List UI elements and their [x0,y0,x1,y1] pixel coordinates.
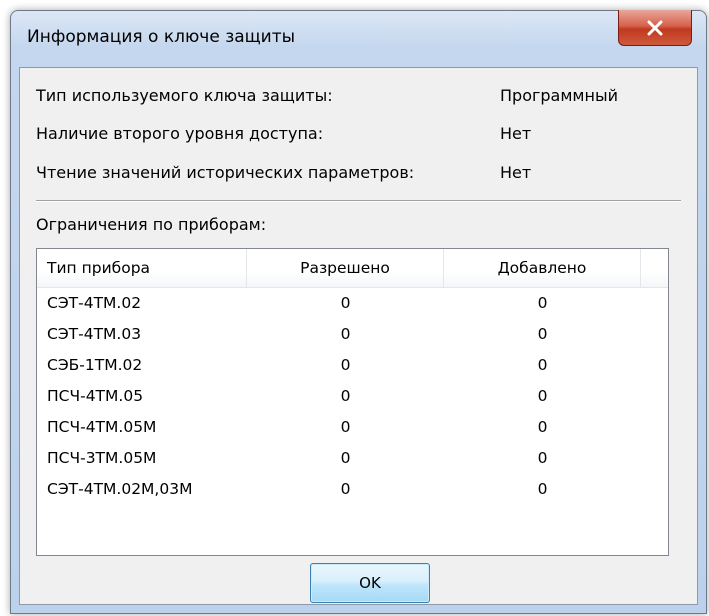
column-header-added[interactable]: Добавлено [444,249,641,287]
table-row[interactable]: ПСЧ-4ТМ.05 0 0 [37,381,668,412]
second-level-access-value: Нет [500,124,532,143]
added-cell: 0 [537,449,548,467]
dialog-content: Тип используемого ключа защиты: Программ… [19,67,698,605]
column-header-allowed[interactable]: Разрешено [247,249,444,287]
table-row[interactable]: СЭБ-1ТМ.02 0 0 [37,350,668,381]
title-bar[interactable]: Информация о ключе защиты [11,10,706,67]
added-cell: 0 [537,418,548,436]
device-limits-label: Ограничения по приборам: [36,215,267,234]
ok-button[interactable]: OK [310,563,430,603]
allowed-cell: 0 [340,418,351,436]
device-type-cell: ПСЧ-4ТМ.05 [47,387,144,405]
allowed-cell: 0 [340,449,351,467]
table-header: Тип прибора Разрешено Добавлено [37,249,668,288]
allowed-cell: 0 [340,480,351,498]
table-row[interactable]: ПСЧ-4ТМ.05М 0 0 [37,412,668,443]
allowed-cell: 0 [340,325,351,343]
allowed-cell: 0 [340,387,351,405]
table-row[interactable]: СЭТ-4ТМ.02 0 0 [37,288,668,319]
device-type-cell: СЭТ-4ТМ.02 [47,294,142,312]
close-icon [647,20,663,35]
separator [36,200,681,202]
device-type-cell: ПСЧ-4ТМ.05М [47,418,157,436]
added-cell: 0 [537,356,548,374]
added-cell: 0 [537,325,548,343]
second-level-access-label: Наличие второго уровня доступа: [36,124,324,143]
added-cell: 0 [537,294,548,312]
dialog-window: Информация о ключе защиты Тип используем… [10,10,707,614]
close-button[interactable] [618,10,692,46]
device-type-cell: СЭТ-4ТМ.02М,03М [47,480,193,498]
key-type-value: Программный [500,86,618,105]
table-row[interactable]: СЭТ-4ТМ.03 0 0 [37,319,668,350]
device-type-cell: ПСЧ-3ТМ.05М [47,449,157,467]
allowed-cell: 0 [340,294,351,312]
device-type-cell: СЭТ-4ТМ.03 [47,325,142,343]
column-header-filler [641,249,668,287]
dialog-title: Информация о ключе защиты [27,27,296,47]
added-cell: 0 [537,480,548,498]
column-header-device-type[interactable]: Тип прибора [37,249,247,287]
table-row[interactable]: СЭТ-4ТМ.02М,03М 0 0 [37,474,668,505]
allowed-cell: 0 [340,356,351,374]
device-type-cell: СЭБ-1ТМ.02 [47,356,143,374]
key-type-label: Тип используемого ключа защиты: [36,86,333,105]
historical-params-label: Чтение значений исторических параметров: [36,163,415,182]
historical-params-value: Нет [500,163,532,182]
added-cell: 0 [537,387,548,405]
table-row[interactable]: ПСЧ-3ТМ.05М 0 0 [37,443,668,474]
device-limits-table[interactable]: Тип прибора Разрешено Добавлено СЭТ-4ТМ.… [36,248,669,556]
